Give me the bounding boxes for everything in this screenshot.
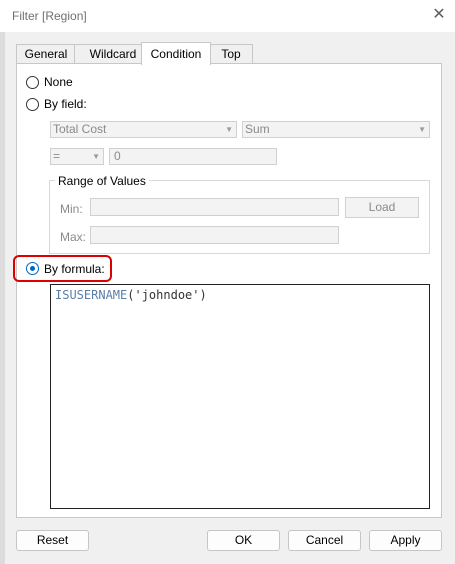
formula-function: ISUSERNAME xyxy=(55,288,128,302)
aggregation-select-value: Sum xyxy=(245,122,270,136)
chevron-down-icon: ▼ xyxy=(92,152,100,161)
load-button[interactable]: Load xyxy=(345,197,419,218)
aggregation-select[interactable]: Sum ▼ xyxy=(242,121,430,138)
formula-editor[interactable]: ISUSERNAME('johndoe') xyxy=(50,284,430,509)
max-label: Max: xyxy=(60,230,87,244)
field-select-value: Total Cost xyxy=(53,122,107,136)
tab-general[interactable]: General xyxy=(16,44,76,64)
chevron-down-icon: ▼ xyxy=(418,125,426,134)
chevron-down-icon: ▼ xyxy=(225,125,233,134)
tab-top[interactable]: Top xyxy=(209,44,253,64)
tab-condition[interactable]: Condition xyxy=(141,42,211,65)
radio-none[interactable] xyxy=(26,76,39,89)
min-input[interactable] xyxy=(90,198,339,216)
radio-by-formula[interactable] xyxy=(26,262,39,275)
operator-select[interactable]: = ▼ xyxy=(50,148,104,165)
title-bar: Filter [Region] ✕ xyxy=(0,0,455,32)
range-group-label: Range of Values xyxy=(55,174,149,188)
field-select[interactable]: Total Cost ▼ xyxy=(50,121,237,138)
window-title: Filter [Region] xyxy=(12,9,87,23)
operator-select-value: = xyxy=(53,149,61,163)
close-icon[interactable]: ✕ xyxy=(430,5,448,25)
formula-args: ('johndoe') xyxy=(127,288,207,302)
none-label: None xyxy=(44,75,73,89)
radio-by-field[interactable] xyxy=(26,98,39,111)
window-edge xyxy=(0,0,5,564)
cancel-button[interactable]: Cancel xyxy=(288,530,361,551)
ok-button[interactable]: OK xyxy=(207,530,280,551)
max-input[interactable] xyxy=(90,226,339,244)
reset-button[interactable]: Reset xyxy=(16,530,89,551)
min-label: Min: xyxy=(60,202,83,216)
apply-button[interactable]: Apply xyxy=(369,530,442,551)
by-formula-label: By formula: xyxy=(44,262,105,276)
by-field-label: By field: xyxy=(44,97,87,111)
value-input[interactable]: 0 xyxy=(109,148,277,165)
